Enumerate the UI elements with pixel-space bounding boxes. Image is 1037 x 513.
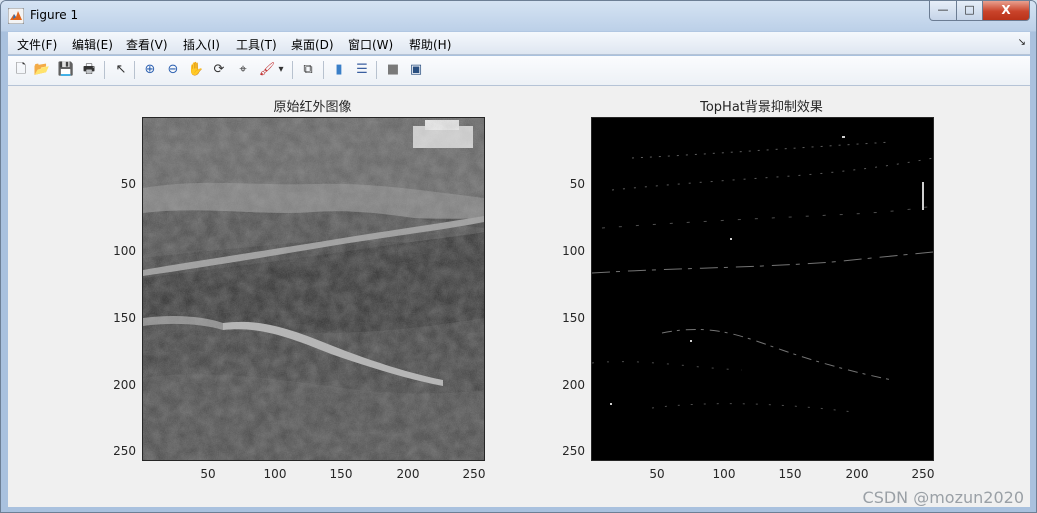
left-xtick-label: 250 [462, 467, 486, 481]
right-xtick-label: 250 [911, 467, 935, 481]
menu-view[interactable]: 查看(V) [126, 36, 168, 53]
close-button[interactable]: X [983, 1, 1030, 21]
toolbar-separator [323, 61, 324, 79]
right-ytick-label: 200 [562, 378, 585, 392]
edit-plot-icon[interactable]: ↖ [112, 61, 130, 79]
infrared-image-render [143, 118, 484, 460]
zoom-in-icon[interactable]: ⊕ [141, 61, 159, 79]
figure-canvas: 原始红外图像 50 100 150 200 250 50 100 150 200… [8, 86, 1030, 507]
figure-toolbar: 🗋 📂 💾 🖶 ↖ ⊕ ⊖ ✋ ⟳ ⌖ 🖌 ▾ ⧉ ▮ ☰ ■ ▣ [8, 56, 1030, 86]
link-plot-icon[interactable]: ⧉ [299, 61, 317, 79]
new-figure-icon[interactable]: 🗋 [12, 61, 30, 79]
figure-window: Figure 1 — □ X 文件(F) 编辑(E) 查看(V) 插入(I) 工… [0, 0, 1037, 513]
toolbar-separator [376, 61, 377, 79]
menu-tools[interactable]: 工具(T) [236, 36, 277, 53]
menu-bar: 文件(F) 编辑(E) 查看(V) 插入(I) 工具(T) 桌面(D) 窗口(W… [8, 32, 1030, 55]
data-cursor-icon[interactable]: ⌖ [234, 61, 252, 79]
left-axes-title: 原始红外图像 [273, 100, 352, 115]
menu-edit[interactable]: 编辑(E) [72, 36, 113, 53]
zoom-out-icon[interactable]: ⊖ [164, 61, 182, 79]
toolbar-separator [134, 61, 135, 79]
left-xtick-label: 200 [396, 467, 420, 481]
matlab-logo-icon [8, 8, 24, 24]
brush-dropdown-icon[interactable]: ▾ [276, 61, 286, 79]
left-xtick-label: 50 [200, 467, 216, 481]
menu-file[interactable]: 文件(F) [17, 36, 57, 53]
right-ytick-label: 150 [562, 311, 585, 325]
toolbar-separator [292, 61, 293, 79]
left-ytick-label: 200 [113, 378, 136, 392]
menu-insert[interactable]: 插入(I) [183, 36, 220, 53]
brush-icon[interactable]: 🖌 [258, 61, 276, 79]
menu-dock-arrow-icon[interactable]: ↘ [1018, 37, 1026, 48]
title-bar[interactable]: Figure 1 — □ X [1, 1, 1036, 31]
rotate-3d-icon[interactable]: ⟳ [210, 61, 228, 79]
csdn-watermark: CSDN @mozun2020 [862, 488, 1024, 507]
save-figure-icon[interactable]: 💾 [57, 61, 75, 79]
right-axes-title: TopHat背景抑制效果 [700, 100, 823, 115]
original-infrared-image[interactable] [142, 117, 485, 461]
insert-legend-icon[interactable]: ☰ [353, 61, 371, 79]
menu-desktop[interactable]: 桌面(D) [291, 36, 334, 53]
right-xtick-label: 50 [649, 467, 665, 481]
toolbar-separator [104, 61, 105, 79]
menu-window[interactable]: 窗口(W) [348, 36, 393, 53]
show-plot-tools-icon[interactable]: ▣ [407, 61, 425, 79]
right-xtick-label: 200 [845, 467, 869, 481]
hide-plot-tools-icon[interactable]: ■ [384, 61, 402, 79]
pan-hand-icon[interactable]: ✋ [187, 61, 205, 79]
maximize-button[interactable]: □ [957, 1, 983, 21]
print-figure-icon[interactable]: 🖶 [80, 61, 98, 79]
right-ytick-label: 250 [562, 444, 585, 458]
left-ytick-label: 250 [113, 444, 136, 458]
left-ytick-label: 150 [113, 311, 136, 325]
menu-help[interactable]: 帮助(H) [409, 36, 451, 53]
tophat-result-image[interactable] [591, 117, 934, 461]
left-ytick-label: 50 [120, 177, 136, 191]
left-xtick-label: 100 [263, 467, 287, 481]
window-title: Figure 1 [30, 8, 79, 22]
tophat-image-render [592, 118, 933, 460]
right-ytick-label: 100 [562, 244, 585, 258]
right-xtick-label: 100 [712, 467, 736, 481]
right-ytick-label: 50 [569, 177, 585, 191]
minimize-button[interactable]: — [929, 1, 957, 21]
left-xtick-label: 150 [329, 467, 353, 481]
left-ytick-label: 100 [113, 244, 136, 258]
open-file-icon[interactable]: 📂 [33, 61, 51, 79]
right-xtick-label: 150 [778, 467, 802, 481]
insert-colorbar-icon[interactable]: ▮ [330, 61, 348, 79]
